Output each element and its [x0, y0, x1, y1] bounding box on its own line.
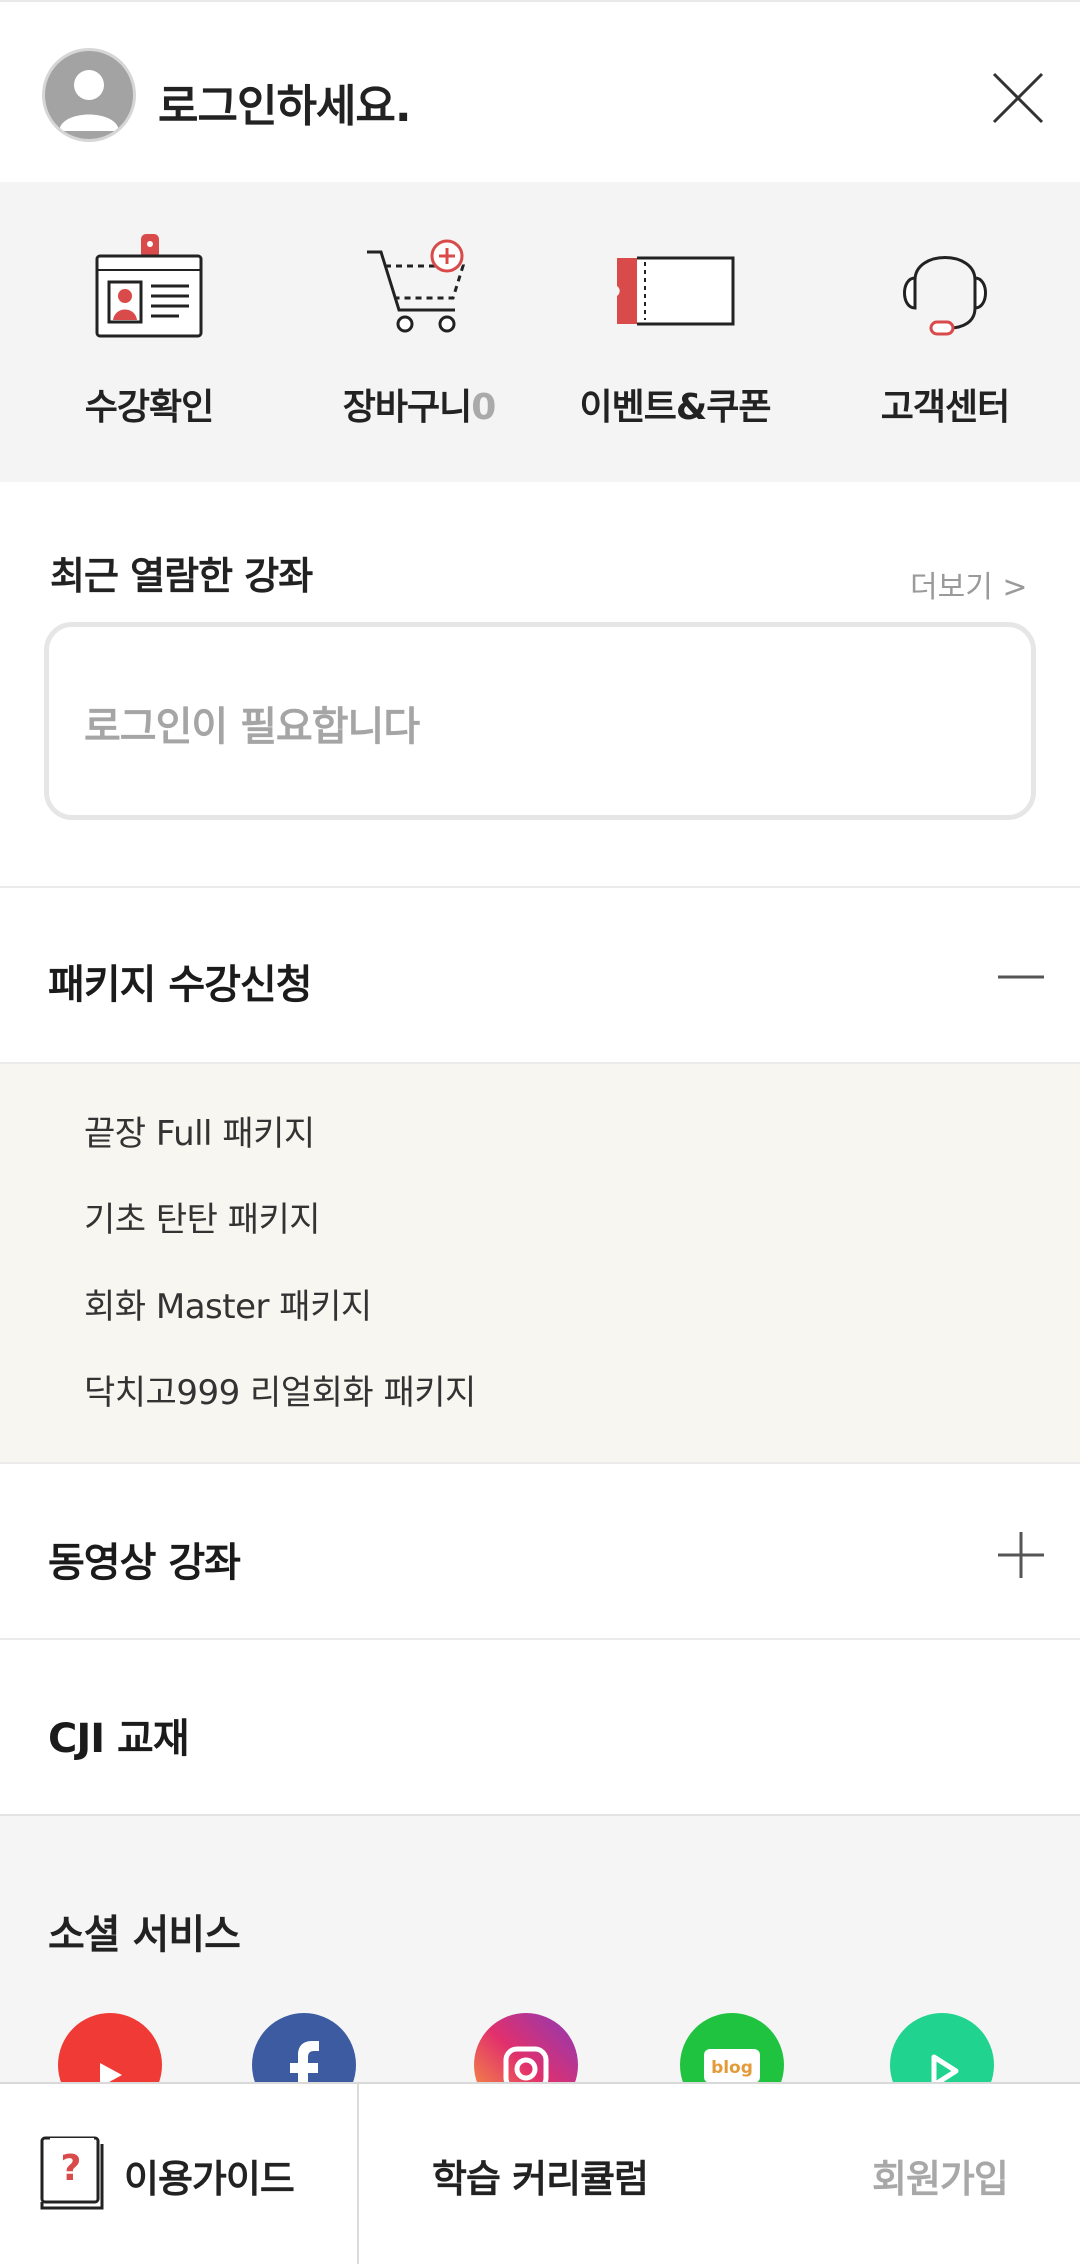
- social-title: 소셜 서비스: [48, 1912, 241, 1958]
- cart-label: 장바구니: [342, 387, 472, 428]
- cart-count-badge: 0: [471, 387, 496, 428]
- menu-cji-book[interactable]: CJI 교재: [48, 1706, 190, 1764]
- cart-icon: [367, 239, 466, 333]
- sign-up-button[interactable]: 회원가입: [872, 2148, 1009, 2203]
- svg-text:?: ?: [61, 2148, 82, 2189]
- expand-icon[interactable]: [996, 1530, 1046, 1580]
- quick-label-customer-center: 고객센터: [880, 387, 1010, 428]
- quick-item-customer-center[interactable]: 고객센터: [810, 182, 1080, 482]
- quick-label-course-check: 수강확인: [84, 387, 214, 428]
- usage-guide-button[interactable]: 이용가이드: [124, 2148, 295, 2203]
- login-required-text: 로그인이 필요합니다: [84, 704, 420, 750]
- submenu-item[interactable]: 회화 Master 패키지: [84, 1279, 372, 1328]
- quick-label-event-coupon: 이벤트&쿠폰: [579, 387, 772, 428]
- quick-label-cart: 장바구니0: [284, 378, 554, 430]
- collapse-icon[interactable]: [996, 952, 1046, 1002]
- submenu-item[interactable]: 기초 탄탄 패키지: [84, 1192, 321, 1241]
- accordion-video[interactable]: 동영상 강좌: [48, 1530, 241, 1588]
- divider: [0, 1462, 1080, 1464]
- recent-courses-title: 최근 열람한 강좌: [50, 554, 313, 598]
- quick-item-course-check[interactable]: 수강확인: [14, 182, 284, 482]
- ticket-icon: [617, 256, 735, 326]
- quick-menu: 수강확인 장바구니0 이벤트&쿠폰 고객센터: [0, 182, 1080, 482]
- guide-book-icon[interactable]: ?: [36, 2134, 110, 2212]
- accordion-package[interactable]: 패키지 수강신청: [48, 952, 313, 1010]
- headset-icon: [903, 256, 987, 336]
- id-card-icon: [95, 234, 203, 338]
- curriculum-button[interactable]: 학습 커리큘럼: [432, 2148, 649, 2203]
- user-icon: [59, 70, 119, 131]
- submenu-item[interactable]: 끝장 Full 패키지: [84, 1106, 315, 1155]
- close-icon: [992, 72, 1044, 124]
- quick-item-cart[interactable]: 장바구니0: [284, 182, 554, 482]
- more-link[interactable]: 더보기 >: [910, 562, 1027, 606]
- divider: [0, 886, 1080, 888]
- submenu-item[interactable]: 닥치고999 리얼회화 패키지: [84, 1365, 476, 1414]
- close-button[interactable]: [990, 70, 1046, 126]
- avatar[interactable]: [42, 48, 136, 142]
- bottom-separator: [357, 2084, 359, 2264]
- divider: [0, 1638, 1080, 1640]
- login-prompt[interactable]: 로그인하세요.: [158, 70, 412, 134]
- blog-text: blog: [711, 2058, 753, 2078]
- quick-item-event-coupon[interactable]: 이벤트&쿠폰: [540, 182, 810, 482]
